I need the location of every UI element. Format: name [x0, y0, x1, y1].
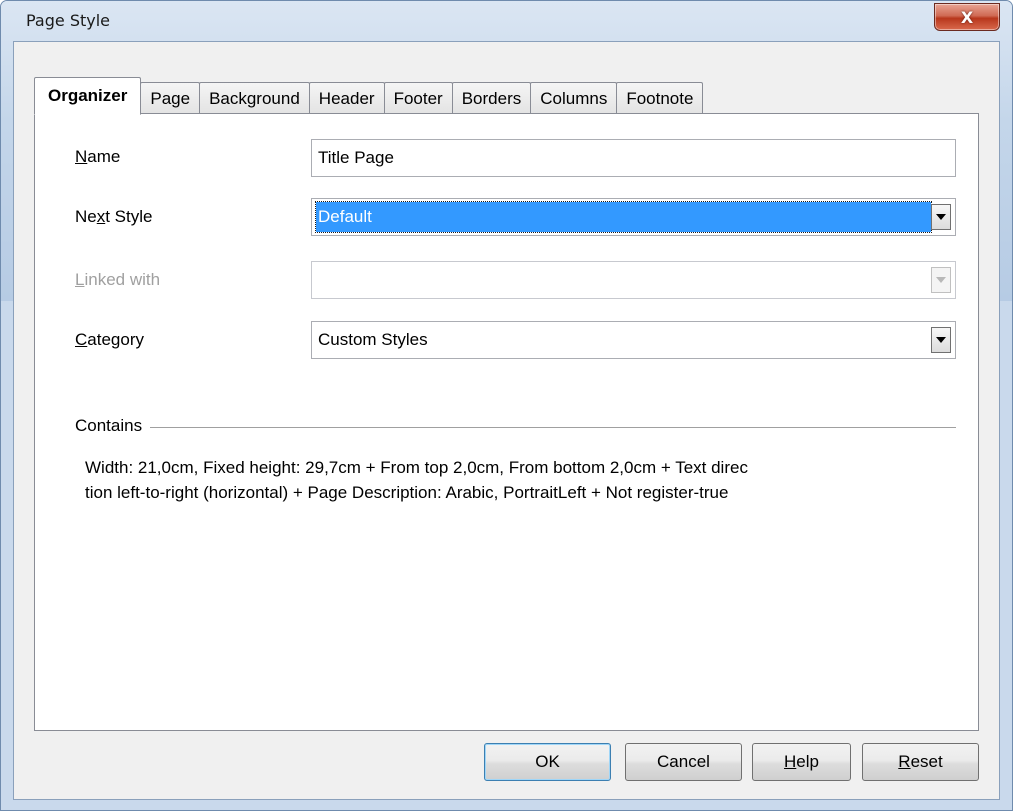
- next-style-dropdown[interactable]: Default: [311, 198, 956, 236]
- category-dropdown[interactable]: Custom Styles: [311, 321, 956, 359]
- next-style-label-mnemonic: x: [96, 207, 106, 226]
- help-button[interactable]: Help: [752, 743, 851, 781]
- name-input[interactable]: Title Page: [311, 139, 956, 177]
- reset-mnemonic: R: [898, 752, 911, 771]
- tab-borders[interactable]: Borders: [451, 82, 532, 114]
- next-style-label-rest: t Style: [105, 207, 153, 226]
- tab-columns[interactable]: Columns: [530, 82, 618, 114]
- category-label: Category: [75, 330, 144, 350]
- tab-footnote[interactable]: Footnote: [616, 82, 704, 114]
- ok-button[interactable]: OK: [484, 743, 611, 781]
- contains-description: Width: 21,0cm, Fixed height: 29,7cm + Fr…: [85, 455, 965, 505]
- next-style-label: Next Style: [75, 207, 152, 227]
- organizer-panel: Name Title Page Next Style Default Linke…: [34, 113, 979, 731]
- chevron-down-icon: [936, 277, 946, 283]
- category-label-mnemonic: C: [75, 330, 88, 349]
- next-style-label-pre: Ne: [75, 207, 97, 226]
- linked-with-label: Linked with: [75, 270, 160, 290]
- dialog-title: Page Style: [26, 11, 111, 30]
- chevron-down-icon: [936, 214, 946, 220]
- tab-background[interactable]: Background: [199, 82, 310, 114]
- dialog-client-area: Organizer Page Background Header Footer …: [13, 41, 1000, 800]
- tab-page[interactable]: Page: [140, 82, 201, 114]
- name-label-mnemonic: N: [75, 147, 88, 166]
- help-mnemonic: H: [784, 752, 797, 771]
- contains-heading: Contains: [75, 416, 151, 436]
- cancel-button[interactable]: Cancel: [625, 743, 742, 781]
- category-label-rest: ategory: [87, 330, 144, 349]
- reset-label-rest: eset: [910, 752, 943, 771]
- chevron-down-icon: [936, 337, 946, 343]
- title-bar[interactable]: Page Style X: [1, 1, 1012, 41]
- help-label-rest: elp: [796, 752, 819, 771]
- linked-with-dropdown[interactable]: [311, 261, 956, 299]
- category-dropdown-button[interactable]: [931, 327, 951, 353]
- contains-line-2: tion left-to-right (horizontal) + Page D…: [85, 483, 729, 502]
- tab-organizer[interactable]: Organizer: [34, 77, 142, 115]
- tab-bar: Organizer Page Background Header Footer …: [34, 76, 704, 115]
- next-style-dropdown-button[interactable]: [931, 204, 951, 230]
- contains-line-1: Width: 21,0cm, Fixed height: 29,7cm + Fr…: [85, 458, 748, 477]
- name-label-rest: ame: [87, 147, 121, 166]
- close-icon: X: [960, 7, 974, 27]
- page-style-dialog: Page Style X Organizer Page Background H…: [0, 0, 1013, 811]
- linked-with-label-rest: inked with: [84, 270, 161, 289]
- category-value: Custom Styles: [318, 330, 428, 349]
- tab-header[interactable]: Header: [308, 82, 385, 114]
- next-style-value: Default: [315, 201, 932, 233]
- linked-with-dropdown-button[interactable]: [931, 267, 951, 293]
- tab-footer[interactable]: Footer: [383, 82, 453, 114]
- reset-button[interactable]: Reset: [862, 743, 979, 781]
- name-label: Name: [75, 147, 120, 167]
- contains-separator: [75, 427, 956, 428]
- close-button[interactable]: X: [934, 3, 1000, 31]
- name-value: Title Page: [318, 148, 394, 167]
